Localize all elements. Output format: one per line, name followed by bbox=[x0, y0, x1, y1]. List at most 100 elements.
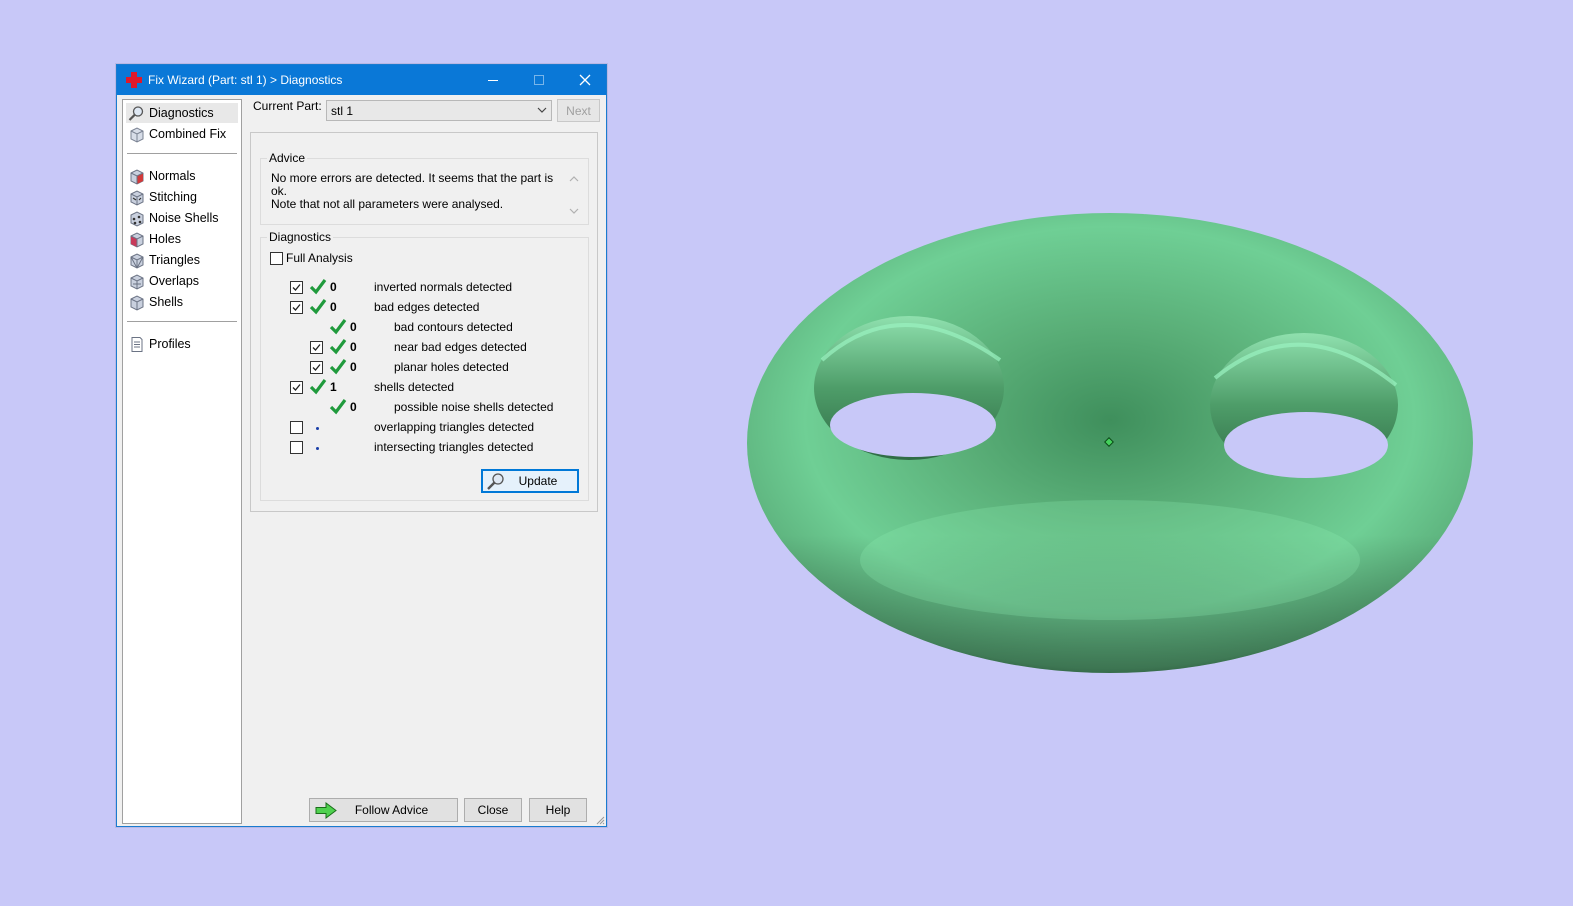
checkmark-icon bbox=[292, 284, 301, 291]
nav-item-diagnostics[interactable]: Diagnostics bbox=[126, 103, 238, 123]
checkmark-icon bbox=[312, 364, 321, 371]
wizard-nav: Diagnostics Combined Fix Normals Stitchi… bbox=[122, 99, 242, 824]
nav-item-label: Stitching bbox=[149, 190, 197, 204]
app-cross-icon bbox=[126, 72, 142, 88]
current-part-label: Current Part: bbox=[253, 99, 322, 113]
noise-shells-count: 0 bbox=[350, 400, 357, 414]
close-window-button[interactable] bbox=[562, 65, 608, 95]
noise-shells-cube-icon bbox=[130, 210, 144, 227]
overlaps-cube-icon bbox=[130, 273, 144, 290]
noise-shells-label: possible noise shells detected bbox=[394, 400, 554, 414]
minimize-icon bbox=[488, 79, 498, 81]
document-icon bbox=[131, 336, 143, 352]
nav-item-holes[interactable]: Holes bbox=[126, 229, 238, 249]
green-check-icon bbox=[329, 319, 347, 335]
not-analysed-dot bbox=[316, 447, 319, 450]
nav-item-stitching[interactable]: Stitching bbox=[126, 187, 238, 207]
diagnostics-panel: Advice No more errors are detected. It s… bbox=[250, 132, 598, 512]
title-bar[interactable]: Fix Wizard (Part: stl 1) > Diagnostics bbox=[117, 65, 606, 95]
bad-contours-count: 0 bbox=[350, 320, 357, 334]
checkmark-icon bbox=[292, 304, 301, 311]
advice-line-1: No more errors are detected. It seems th… bbox=[271, 171, 554, 198]
advice-group: Advice No more errors are detected. It s… bbox=[260, 151, 589, 225]
follow-advice-button[interactable]: Follow Advice bbox=[309, 798, 458, 822]
checkmark-icon bbox=[312, 344, 321, 351]
nav-item-normals[interactable]: Normals bbox=[126, 166, 238, 186]
3d-viewport[interactable] bbox=[620, 0, 1573, 903]
overlapping-triangles-label: overlapping triangles detected bbox=[374, 420, 535, 434]
nav-item-label: Shells bbox=[149, 295, 184, 309]
magnifier-icon bbox=[128, 105, 144, 121]
cube-icon bbox=[130, 126, 144, 143]
advice-title: Advice bbox=[267, 151, 308, 165]
maximize-button[interactable] bbox=[516, 65, 562, 95]
diagnostics-title: Diagnostics bbox=[267, 230, 334, 244]
update-label: Update bbox=[518, 474, 558, 488]
resize-grip-icon[interactable] bbox=[595, 815, 605, 825]
nav-item-overlaps[interactable]: Overlaps bbox=[126, 271, 238, 291]
window-title: Fix Wizard (Part: stl 1) > Diagnostics bbox=[148, 73, 343, 87]
current-part-value: stl 1 bbox=[331, 103, 354, 118]
nav-item-label: Normals bbox=[149, 169, 196, 183]
shells-checkbox[interactable] bbox=[290, 381, 303, 394]
stitching-cube-icon bbox=[130, 189, 144, 206]
inverted-normals-count: 0 bbox=[330, 280, 337, 294]
green-check-icon bbox=[329, 399, 347, 415]
update-button[interactable]: Update bbox=[481, 469, 579, 493]
green-check-icon bbox=[329, 359, 347, 375]
follow-advice-label: Follow Advice bbox=[354, 803, 429, 817]
near-bad-edges-checkbox[interactable] bbox=[310, 341, 323, 354]
green-check-icon bbox=[309, 299, 327, 315]
nav-item-label: Overlaps bbox=[149, 274, 200, 288]
nav-item-triangles[interactable]: Triangles bbox=[126, 250, 238, 270]
chevron-down-icon bbox=[537, 107, 547, 113]
inverted-normals-checkbox[interactable] bbox=[290, 281, 303, 294]
overlapping-triangles-checkbox[interactable] bbox=[290, 421, 303, 434]
normals-cube-icon bbox=[130, 168, 144, 185]
bad-edges-count: 0 bbox=[330, 300, 337, 314]
nav-item-combined-fix[interactable]: Combined Fix bbox=[126, 124, 238, 144]
close-button[interactable]: Close bbox=[464, 798, 522, 822]
fix-wizard-dialog: Fix Wizard (Part: stl 1) > Diagnostics D… bbox=[116, 64, 607, 827]
not-analysed-dot bbox=[316, 427, 319, 430]
near-bad-edges-label: near bad edges detected bbox=[394, 340, 527, 354]
green-arrow-icon bbox=[315, 802, 337, 819]
intersecting-triangles-checkbox[interactable] bbox=[290, 441, 303, 454]
near-bad-edges-count: 0 bbox=[350, 340, 357, 354]
diagnostics-group: Diagnostics Full Analysis 0 inverted nor… bbox=[260, 230, 589, 501]
nav-item-profiles[interactable]: Profiles bbox=[126, 334, 238, 354]
green-check-icon bbox=[309, 279, 327, 295]
bad-edges-checkbox[interactable] bbox=[290, 301, 303, 314]
shells-label: shells detected bbox=[374, 380, 455, 394]
full-analysis-checkbox[interactable] bbox=[270, 252, 283, 265]
maximize-icon bbox=[534, 75, 544, 85]
bad-contours-label: bad contours detected bbox=[394, 320, 513, 334]
nav-item-label: Profiles bbox=[149, 337, 191, 351]
nav-divider bbox=[127, 321, 237, 322]
close-icon bbox=[579, 74, 591, 86]
planar-holes-label: planar holes detected bbox=[394, 360, 509, 374]
full-analysis-label: Full Analysis bbox=[286, 251, 353, 265]
shells-cube-icon bbox=[130, 294, 144, 311]
current-part-select[interactable]: stl 1 bbox=[326, 100, 552, 121]
advice-line-2: Note that not all parameters were analys… bbox=[271, 197, 504, 211]
planar-holes-count: 0 bbox=[350, 360, 357, 374]
shells-count: 1 bbox=[330, 380, 337, 394]
torus-model[interactable] bbox=[620, 0, 1573, 903]
nav-item-label: Combined Fix bbox=[149, 127, 227, 141]
triangles-cube-icon bbox=[130, 252, 144, 269]
nav-item-label: Holes bbox=[149, 232, 181, 246]
green-check-icon bbox=[309, 379, 327, 395]
inverted-normals-label: inverted normals detected bbox=[374, 280, 513, 294]
planar-holes-checkbox[interactable] bbox=[310, 361, 323, 374]
nav-divider bbox=[127, 153, 237, 154]
green-check-icon bbox=[329, 339, 347, 355]
next-button[interactable]: Next bbox=[557, 99, 600, 122]
nav-item-noise-shells[interactable]: Noise Shells bbox=[126, 208, 238, 228]
minimize-button[interactable] bbox=[470, 65, 516, 95]
advice-scrollbar[interactable] bbox=[566, 171, 582, 219]
nav-item-shells[interactable]: Shells bbox=[126, 292, 238, 312]
advice-text: No more errors are detected. It seems th… bbox=[271, 172, 566, 220]
help-button[interactable]: Help bbox=[529, 798, 587, 822]
checkmark-icon bbox=[292, 384, 301, 391]
